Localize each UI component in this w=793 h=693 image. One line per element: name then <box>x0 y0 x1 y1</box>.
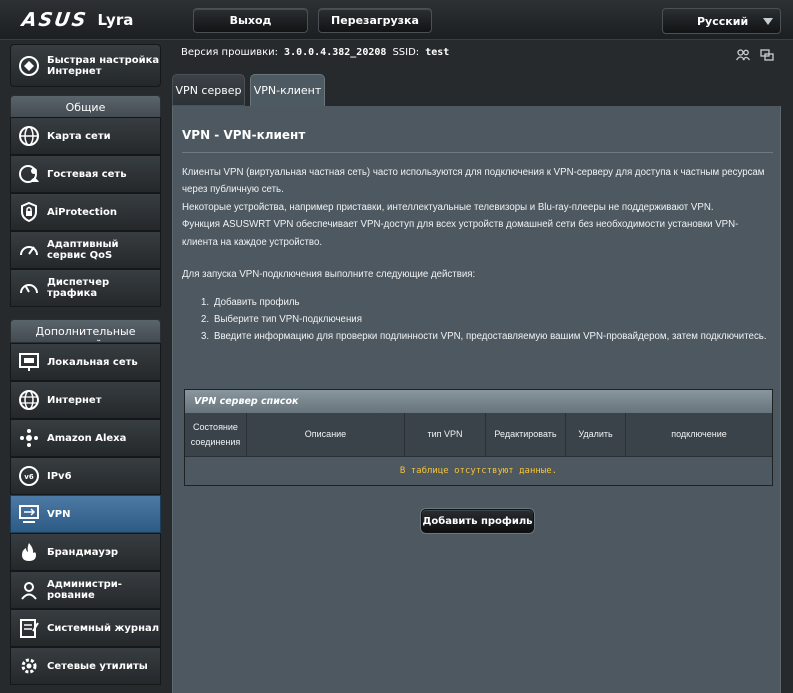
table-empty-message: В таблице отсутствуют данные. <box>185 456 772 485</box>
column-header-edit: Редактировать <box>486 413 566 456</box>
firmware-label: Версия прошивки: <box>181 47 279 58</box>
vpn-server-table: VPN сервер список Состояние соединения О… <box>184 389 773 486</box>
section-header-advanced: Дополнительные настройки <box>10 319 161 343</box>
sidebar-item-label: Администри-рование <box>47 579 122 601</box>
network-map-icon <box>18 125 40 147</box>
description-paragraph: Некоторые устройства, например приставки… <box>182 201 714 213</box>
chevron-down-icon <box>763 18 773 25</box>
sidebar-item-network-tools[interactable]: Сетевые утилиты <box>10 647 161 685</box>
alexa-icon <box>18 427 40 449</box>
sidebar-item-quick-setup[interactable]: Быстрая настройка Интернет <box>10 44 161 87</box>
column-header-description: Описание <box>247 413 405 456</box>
sidebar-item-label: Брандмауэр <box>47 546 119 558</box>
sidebar-item-aiprotection[interactable]: AiProtection <box>10 193 161 231</box>
steps-intro: Для запуска VPN-подключения выполните сл… <box>182 269 476 280</box>
sidebar-item-syslog[interactable]: Системный журнал <box>10 609 161 647</box>
ssid-label: SSID: <box>392 47 420 58</box>
page-title: VPN - VPN-клиент <box>182 128 306 142</box>
sidebar-item-label: Быстрая настройка Интернет <box>47 54 160 77</box>
shield-lock-icon <box>18 201 40 223</box>
add-profile-button[interactable]: Добавить профиль <box>421 509 534 533</box>
network-tools-icon <box>18 655 40 677</box>
sidebar-item-label: VPN <box>47 508 71 520</box>
sidebar-item-network-map[interactable]: Карта сети <box>10 117 161 155</box>
firmware-version[interactable]: 3.0.0.4.382_20208 <box>284 47 386 58</box>
sidebar-item-label: Гостевая сеть <box>47 168 127 180</box>
users-icon[interactable] <box>735 46 751 65</box>
header-icons <box>735 46 774 65</box>
admin-gear-icon <box>18 579 40 601</box>
ssid-value: test <box>425 47 450 58</box>
model-name: Lyra <box>97 11 134 29</box>
section-header-general: Общие <box>10 95 161 119</box>
lan-icon <box>18 351 40 373</box>
top-bar: ASUS Lyra Выход Перезагрузка Русский <box>0 0 793 40</box>
step-text: Введите информацию для проверки подлинно… <box>214 331 767 343</box>
column-header-status: Состояние соединения <box>185 413 247 456</box>
sidebar-item-label: Адаптивный сервис QoS <box>47 239 119 261</box>
sidebar-item-lan[interactable]: Локальная сеть <box>10 343 161 381</box>
description-paragraph: Функция ASUSWRT VPN обеспечивает VPN-дос… <box>182 219 739 248</box>
sidebar-item-traffic[interactable]: Диспетчер трафика <box>10 269 161 307</box>
sidebar-item-ipv6[interactable]: v6 IPv6 <box>10 457 161 495</box>
tab-vpn-server[interactable]: VPN сервер <box>172 74 245 106</box>
page-description: Клиенты VPN (виртуальная частная сеть) ч… <box>182 164 774 251</box>
sidebar-item-internet[interactable]: Интернет <box>10 381 161 419</box>
sidebar-item-vpn[interactable]: VPN <box>10 495 161 533</box>
firewall-icon <box>18 541 40 563</box>
reboot-button[interactable]: Перезагрузка <box>318 8 432 33</box>
list-item: 3. Введите информацию для проверки подлин… <box>201 328 769 345</box>
sidebar-item-qos[interactable]: Адаптивный сервис QoS <box>10 231 161 269</box>
brand-name: ASUS <box>20 9 90 31</box>
sidebar-item-label: Интернет <box>47 394 102 406</box>
main-panel: VPN - VPN-клиент Клиенты VPN (виртуальна… <box>172 106 781 693</box>
wizard-icon <box>18 55 40 77</box>
sidebar-item-firewall[interactable]: Брандмауэр <box>10 533 161 571</box>
svg-text:v6: v6 <box>24 473 34 481</box>
language-value: Русский <box>697 14 749 28</box>
logout-button[interactable]: Выход <box>193 8 308 33</box>
sidebar-item-label: Сетевые утилиты <box>47 660 148 672</box>
table-title: VPN сервер список <box>185 390 772 413</box>
column-header-vpn-type: тип VPN <box>405 413 486 456</box>
description-paragraph: Клиенты VPN (виртуальная частная сеть) ч… <box>182 167 765 196</box>
step-text: Выберите тип VPN-подключения <box>214 314 362 326</box>
vpn-icon <box>18 503 40 525</box>
sidebar-item-administration[interactable]: Администри-рование <box>10 571 161 609</box>
syslog-icon <box>18 617 40 639</box>
qos-gauge-icon <box>18 239 40 261</box>
firmware-info: Версия прошивки: 3.0.0.4.382_20208 SSID:… <box>181 47 449 58</box>
sidebar-item-guest-network[interactable]: Гостевая сеть <box>10 155 161 193</box>
list-item: 2. Выберите тип VPN-подключения <box>201 311 769 328</box>
sidebar-item-label: IPv6 <box>47 470 72 482</box>
sidebar-item-label: Диспетчер трафика <box>47 277 110 299</box>
ipv6-icon: v6 <box>18 465 40 487</box>
column-header-delete: Удалить <box>566 413 626 456</box>
globe-icon <box>18 389 40 411</box>
app-icon[interactable] <box>760 46 774 65</box>
title-divider <box>182 152 773 153</box>
steps-list: 1. Добавить профиль 2. Выберите тип VPN-по… <box>201 294 769 346</box>
brand-logo: ASUS Lyra <box>20 9 134 31</box>
tab-vpn-client[interactable]: VPN-клиент <box>250 74 325 106</box>
sidebar-item-label: Локальная сеть <box>47 356 138 368</box>
step-text: Добавить профиль <box>214 297 300 308</box>
column-header-connection: подключение <box>671 429 727 439</box>
list-item: 1. Добавить профиль <box>201 294 769 311</box>
guest-network-icon <box>18 163 40 185</box>
table-header-row: Состояние соединения Описание тип VPN Ре… <box>185 413 772 456</box>
sidebar-item-label: Карта сети <box>47 130 111 142</box>
sidebar-item-label: AiProtection <box>47 206 117 218</box>
traffic-gauge-icon <box>18 277 40 299</box>
language-select[interactable]: Русский <box>662 8 781 34</box>
sidebar-item-alexa[interactable]: Amazon Alexa <box>10 419 161 457</box>
sidebar-item-label: Amazon Alexa <box>47 432 127 444</box>
sidebar-item-label: Системный журнал <box>47 622 160 634</box>
